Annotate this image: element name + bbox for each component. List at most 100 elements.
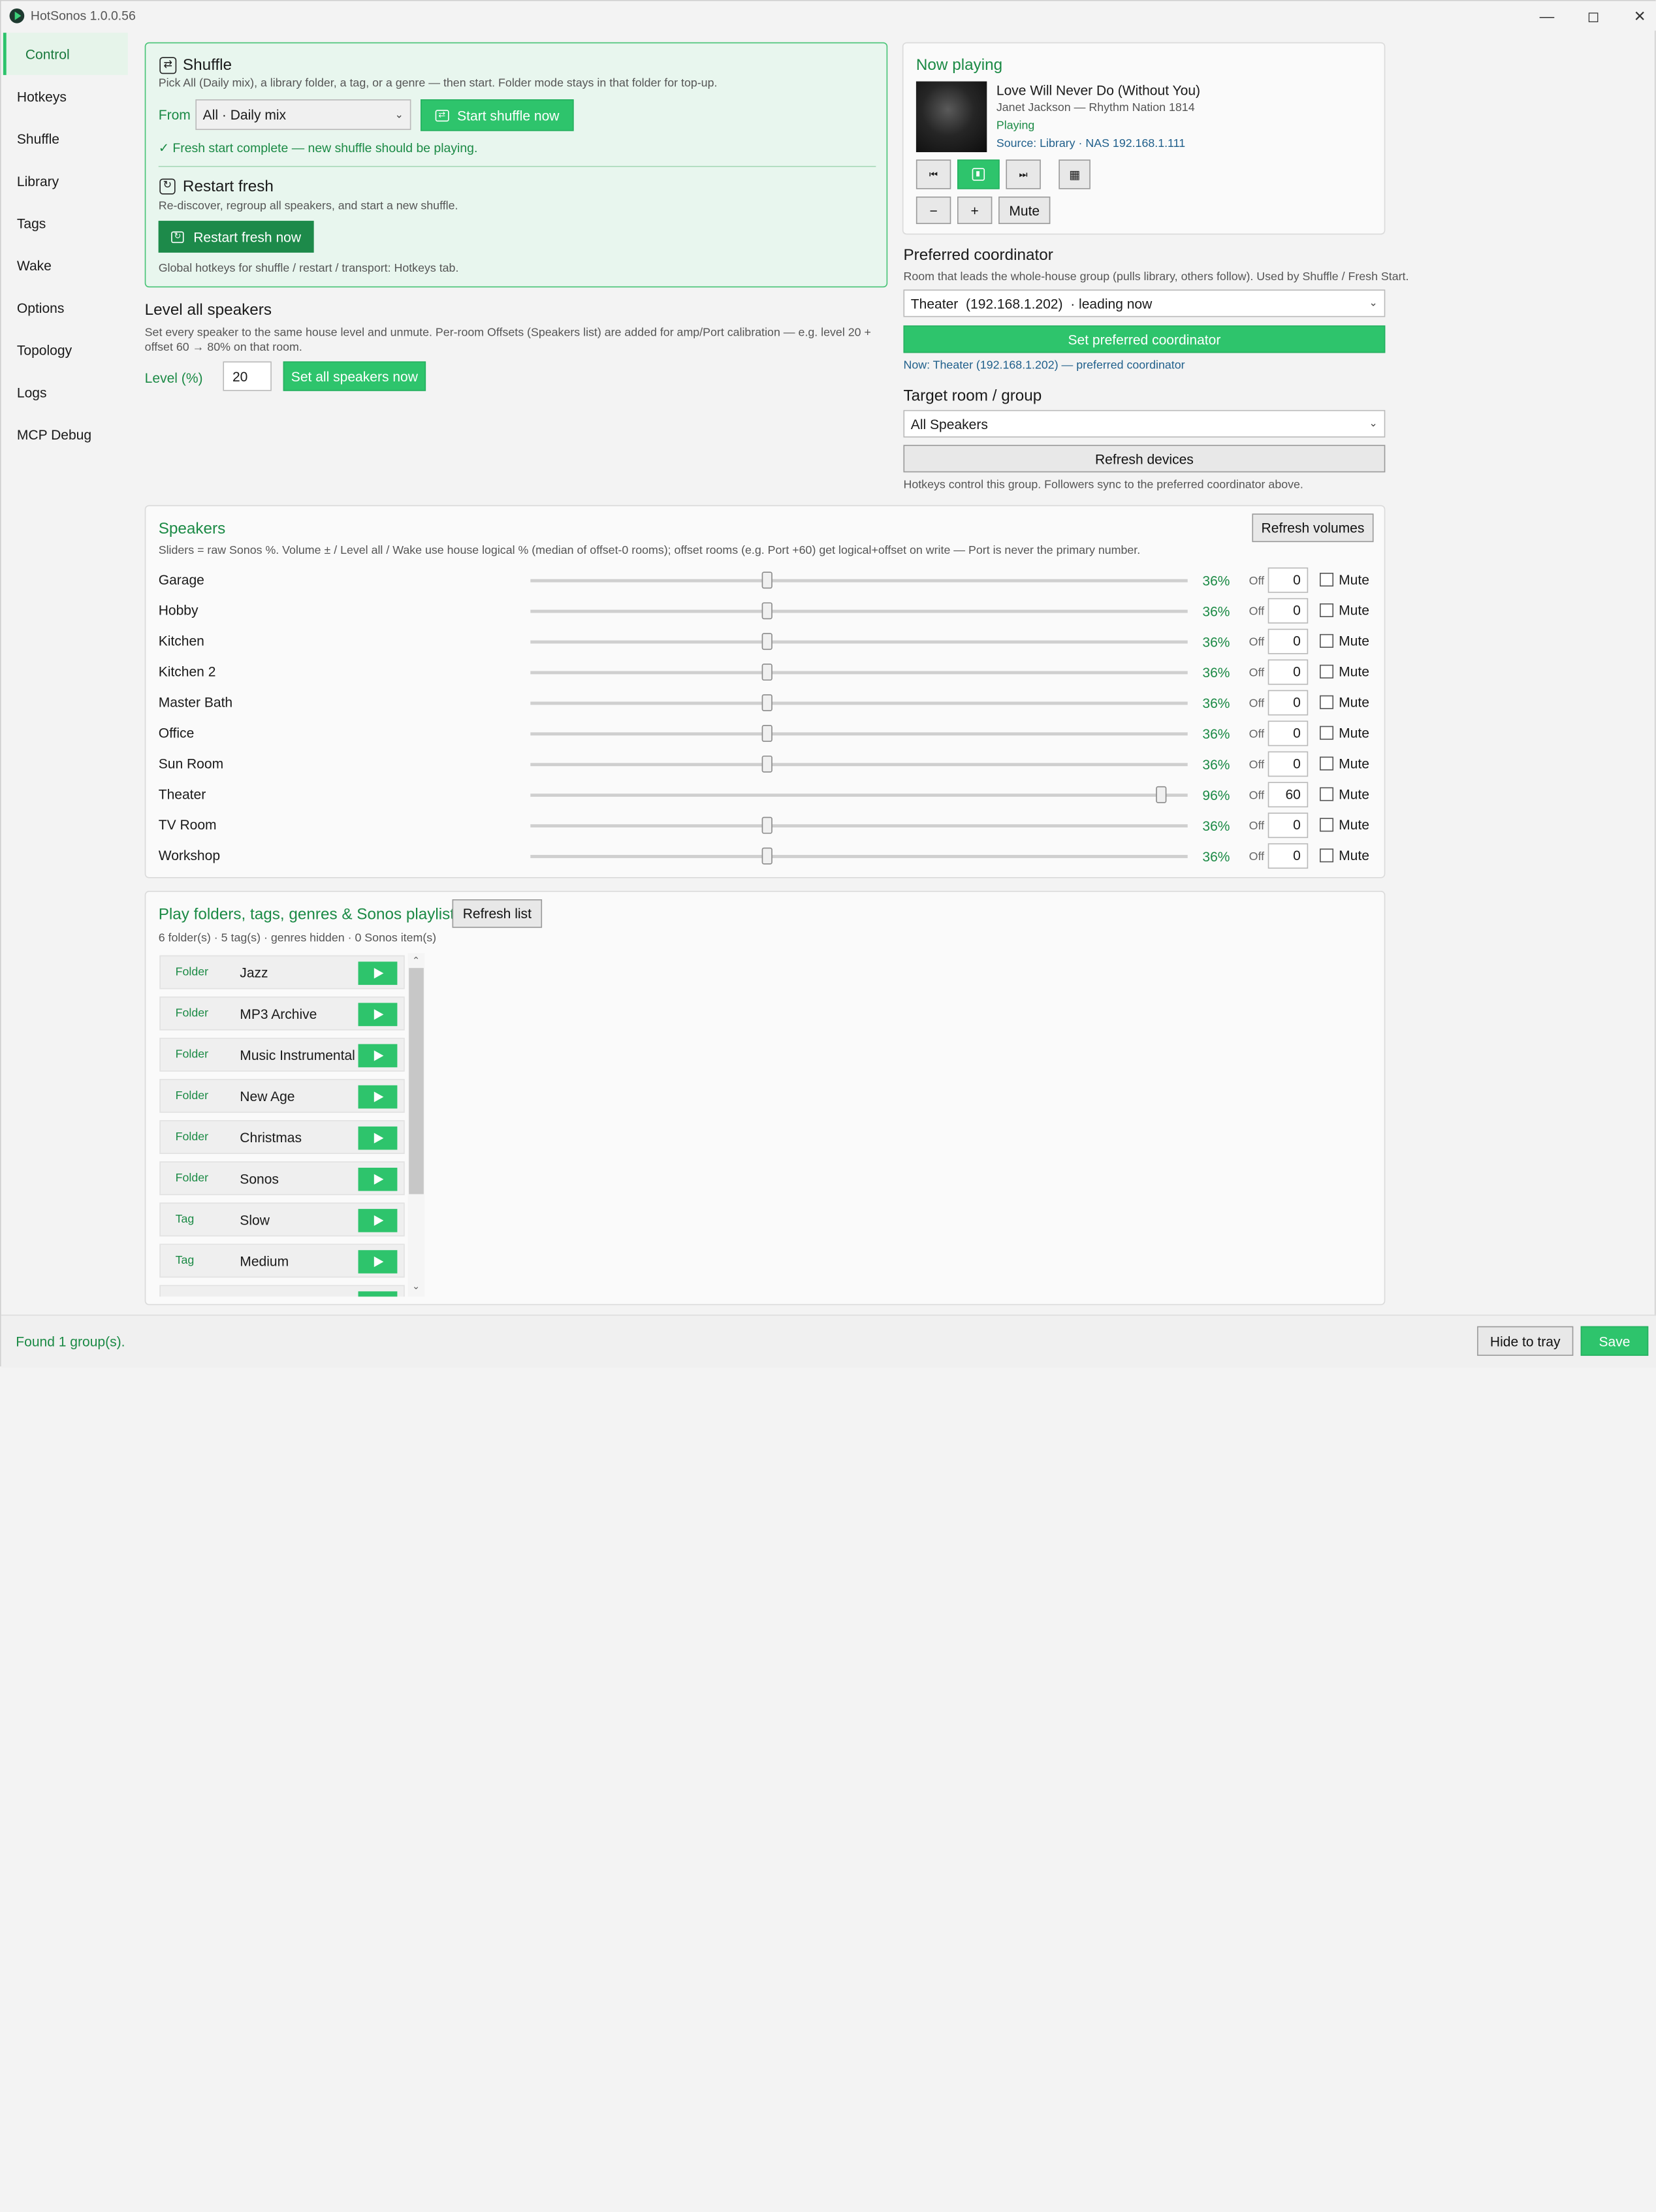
nav-options[interactable]: Options xyxy=(1,287,133,329)
volume-slider-thumb[interactable] xyxy=(761,571,772,589)
volume-slider[interactable] xyxy=(530,855,1188,858)
level-input[interactable]: 20 xyxy=(223,361,272,391)
volume-slider-thumb[interactable] xyxy=(761,602,772,620)
nav-hotkeys[interactable]: Hotkeys xyxy=(1,75,133,118)
nav-tags[interactable]: Tags xyxy=(1,202,133,244)
offset-input[interactable]: 0 xyxy=(1267,598,1309,624)
volume-slider-thumb[interactable] xyxy=(761,816,772,834)
clear-queue-button[interactable]: ▦ xyxy=(1059,159,1091,189)
play-icon[interactable] xyxy=(358,1209,398,1232)
item-kind: Folder xyxy=(175,1172,209,1185)
volume-slider-thumb[interactable] xyxy=(761,633,772,650)
item-kind: Folder xyxy=(175,1048,209,1061)
offset-input[interactable]: 0 xyxy=(1267,812,1309,839)
volume-percent: 36% xyxy=(1202,756,1230,773)
volume-slider[interactable] xyxy=(530,732,1188,736)
offset-input[interactable]: 0 xyxy=(1267,720,1309,746)
restart-fresh-button[interactable]: ↻ Restart fresh now xyxy=(158,221,314,253)
play-icon[interactable] xyxy=(358,1291,398,1297)
coordinator-title: Preferred coordinator xyxy=(903,246,1053,264)
volume-percent: 36% xyxy=(1202,695,1230,711)
play-icon[interactable] xyxy=(358,1002,398,1027)
volume-slider-thumb[interactable] xyxy=(761,694,772,711)
offset-input[interactable]: 0 xyxy=(1267,690,1309,716)
volume-slider[interactable] xyxy=(530,763,1188,767)
play-icon[interactable] xyxy=(358,1250,398,1274)
minimize-icon[interactable]: — xyxy=(1523,1,1570,31)
refresh-devices-button[interactable]: Refresh devices xyxy=(903,445,1386,473)
playlist-list: Folder Jazz Folder MP3 Archive Folder Music I… xyxy=(159,954,425,1297)
speaker-name: Master Bath xyxy=(158,694,233,711)
nav-library[interactable]: Library xyxy=(1,159,133,202)
scrollbar-thumb[interactable] xyxy=(409,968,424,1194)
offset-input[interactable]: 0 xyxy=(1267,843,1309,869)
from-select[interactable]: All · Daily mix ⌄ xyxy=(195,99,411,131)
mute-checkbox[interactable] xyxy=(1320,848,1334,863)
volume-slider[interactable] xyxy=(530,579,1188,583)
start-shuffle-button[interactable]: ⇄ Start shuffle now xyxy=(421,99,574,131)
next-button[interactable]: ⏭ xyxy=(1006,159,1041,189)
nav-mcp-debug[interactable]: MCP Debug xyxy=(1,413,133,456)
volume-slider[interactable] xyxy=(530,640,1188,644)
mute-button[interactable]: Mute xyxy=(998,196,1051,225)
refresh-volumes-button[interactable]: Refresh volumes xyxy=(1252,513,1374,543)
scrollbar[interactable]: ⌃ ⌄ xyxy=(407,953,425,1297)
coordinator-select[interactable]: Theater (192.168.1.202) · leading now ⌄ xyxy=(903,289,1386,317)
mute-checkbox[interactable] xyxy=(1320,603,1334,617)
play-icon[interactable] xyxy=(358,1085,398,1109)
scroll-down-icon[interactable]: ⌄ xyxy=(412,1281,420,1292)
mute-checkbox[interactable] xyxy=(1320,633,1334,648)
volume-slider-thumb[interactable] xyxy=(761,847,772,865)
mute-checkbox[interactable] xyxy=(1320,787,1334,801)
previous-icon: ⏮ xyxy=(929,168,938,180)
restart-fresh-label: Restart fresh now xyxy=(193,229,302,245)
volume-slider[interactable] xyxy=(530,824,1188,827)
refresh-list-button[interactable]: Refresh list xyxy=(452,899,543,928)
nav-topology[interactable]: Topology xyxy=(1,329,133,371)
coordinator-desc: Room that leads the whole-house group (p… xyxy=(903,270,1409,283)
nav-shuffle[interactable]: Shuffle xyxy=(1,118,133,160)
speaker-name: Kitchen xyxy=(158,633,204,649)
mute-checkbox[interactable] xyxy=(1320,726,1334,740)
volume-slider[interactable] xyxy=(530,671,1188,675)
play-icon[interactable] xyxy=(358,961,398,986)
volume-slider[interactable] xyxy=(530,609,1188,613)
volume-slider-thumb[interactable] xyxy=(761,664,772,681)
nav-control[interactable]: Control xyxy=(3,33,128,75)
target-note: Hotkeys control this group. Followers sy… xyxy=(903,478,1303,492)
mute-label: Mute xyxy=(1339,847,1369,863)
pause-button[interactable] xyxy=(957,159,1000,189)
mute-checkbox[interactable] xyxy=(1320,818,1334,832)
set-all-speakers-button[interactable]: Set all speakers now xyxy=(283,361,426,391)
mute-checkbox[interactable] xyxy=(1320,573,1334,587)
offset-input[interactable]: 0 xyxy=(1267,567,1309,593)
play-icon[interactable] xyxy=(358,1168,398,1191)
offset-input[interactable]: 60 xyxy=(1267,782,1309,808)
hide-to-tray-button[interactable]: Hide to tray xyxy=(1477,1326,1574,1356)
mute-checkbox[interactable] xyxy=(1320,695,1334,709)
offset-input[interactable]: 0 xyxy=(1267,628,1309,654)
mute-checkbox[interactable] xyxy=(1320,664,1334,679)
scroll-up-icon[interactable]: ⌃ xyxy=(412,955,420,967)
maximize-icon[interactable]: ◻ xyxy=(1570,1,1616,31)
save-button[interactable]: Save xyxy=(1580,1326,1649,1356)
offset-input[interactable]: 0 xyxy=(1267,659,1309,685)
volume-slider[interactable] xyxy=(530,701,1188,705)
close-icon[interactable]: ✕ xyxy=(1617,1,1656,31)
play-icon[interactable] xyxy=(358,1126,398,1150)
play-icon[interactable] xyxy=(358,1044,398,1068)
volume-down-button[interactable]: − xyxy=(916,196,951,225)
volume-slider[interactable] xyxy=(530,793,1188,797)
volume-up-button[interactable]: + xyxy=(957,196,993,225)
nav-logs[interactable]: Logs xyxy=(1,371,133,413)
nav-wake[interactable]: Wake xyxy=(1,244,133,287)
target-select[interactable]: All Speakers ⌄ xyxy=(903,409,1386,438)
previous-button[interactable]: ⏮ xyxy=(916,159,951,189)
volume-slider-thumb[interactable] xyxy=(1156,786,1167,803)
mute-checkbox[interactable] xyxy=(1320,756,1334,771)
set-coordinator-button[interactable]: Set preferred coordinator xyxy=(903,325,1386,353)
offset-label: Off xyxy=(1249,575,1265,588)
offset-input[interactable]: 0 xyxy=(1267,751,1309,777)
volume-slider-thumb[interactable] xyxy=(761,755,772,773)
volume-slider-thumb[interactable] xyxy=(761,725,772,742)
